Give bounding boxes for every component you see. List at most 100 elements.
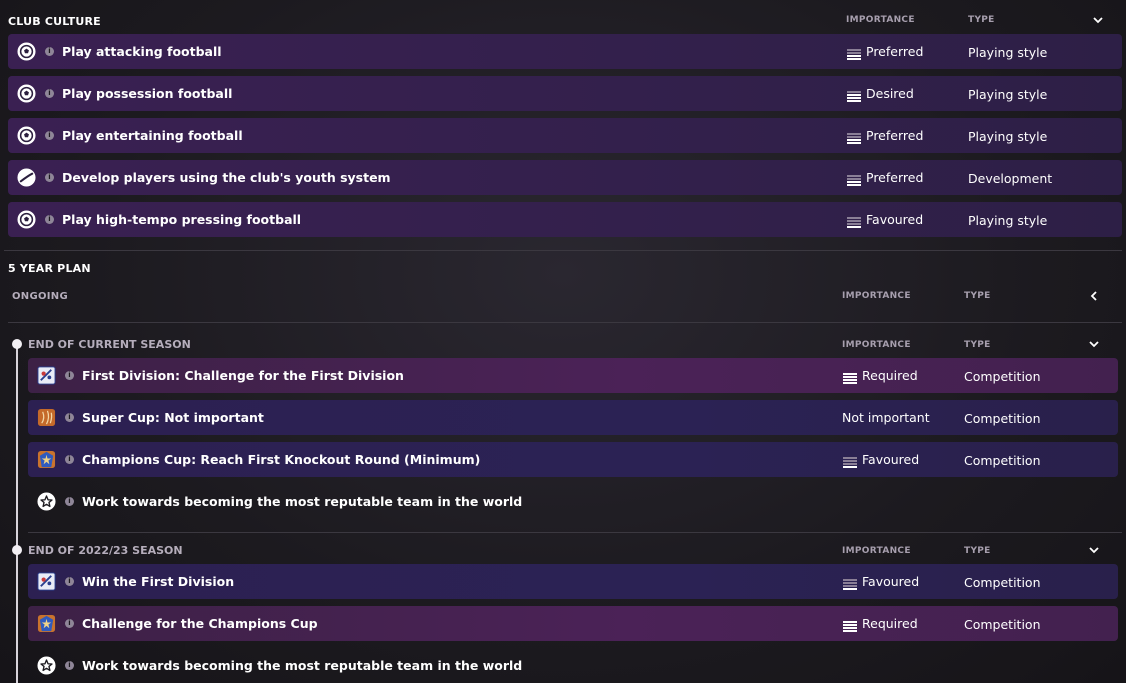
info-icon[interactable]: i — [65, 661, 74, 670]
plan-row[interactable]: i Work towards becoming the most reputabl… — [28, 648, 1118, 683]
champions-cup-icon — [37, 614, 56, 633]
plan-row[interactable]: i Champions Cup: Reach First Knockout Rou… — [28, 442, 1118, 477]
importance-value: Required — [862, 368, 918, 383]
star-icon — [37, 656, 56, 675]
culture-item-label: Develop players using the club's youth s… — [62, 170, 391, 185]
type-value: Development — [968, 171, 1053, 186]
youth-development-icon — [17, 168, 36, 187]
plan-row[interactable]: i Super Cup: Not important Not important Co… — [28, 400, 1118, 435]
plan-group-type-header[interactable]: TYPE — [964, 340, 991, 350]
info-icon[interactable]: i — [45, 173, 54, 182]
plan-item-label: Work towards becoming the most reputable… — [82, 494, 523, 509]
timeline-dot — [12, 545, 22, 555]
football-icon — [17, 210, 36, 229]
type-value: Playing style — [968, 129, 1048, 144]
timeline-line — [16, 344, 18, 683]
plan-group-importance-header[interactable]: IMPORTANCE — [842, 340, 911, 350]
football-icon — [17, 42, 36, 61]
league-trophy-icon — [37, 572, 56, 591]
plan-type-header[interactable]: TYPE — [964, 291, 991, 301]
plan-item-label: Challenge for the Champions Cup — [82, 616, 318, 631]
culture-row[interactable]: i Play attacking football Preferred Playing… — [8, 34, 1122, 69]
info-icon[interactable]: i — [65, 497, 74, 506]
culture-item-label: Play attacking football — [62, 44, 222, 59]
importance-bars-icon — [843, 370, 857, 384]
info-icon[interactable]: i — [65, 577, 74, 586]
importance-value: Desired — [866, 86, 914, 101]
type-value: Competition — [964, 411, 1041, 426]
league-trophy-icon — [37, 366, 56, 385]
culture-row[interactable]: i Develop players using the club's youth … — [8, 160, 1122, 195]
chevron-left-icon[interactable] — [1087, 289, 1101, 303]
football-icon — [17, 84, 36, 103]
plan-row[interactable]: i Challenge for the Champions Cup Required… — [28, 606, 1118, 641]
star-icon — [37, 492, 56, 511]
importance-bars-icon — [847, 172, 861, 186]
type-value: Competition — [964, 369, 1041, 384]
info-icon[interactable]: i — [65, 371, 74, 380]
plan-row[interactable]: i Work towards becoming the most reputabl… — [28, 484, 1118, 519]
importance-value: Not important — [842, 410, 930, 425]
info-icon[interactable]: i — [65, 413, 74, 422]
importance-value: Favoured — [862, 574, 920, 589]
type-value: Playing style — [968, 45, 1048, 60]
type-value: Competition — [964, 453, 1041, 468]
plan-group-title: END OF CURRENT SEASON — [28, 338, 191, 351]
plan-item-label: Win the First Division — [82, 574, 235, 589]
culture-item-label: Play possession football — [62, 86, 233, 101]
importance-bars-icon — [843, 454, 857, 468]
club-culture-title: CLUB CULTURE — [8, 15, 101, 28]
plan-row[interactable]: i Win the First Division Favoured Competiti… — [28, 564, 1118, 599]
info-icon[interactable]: i — [45, 131, 54, 140]
importance-value: Preferred — [866, 170, 924, 185]
culture-item-label: Play high-tempo pressing football — [62, 212, 302, 227]
timeline-dot — [12, 339, 22, 349]
type-value: Playing style — [968, 87, 1048, 102]
importance-value: Required — [862, 616, 918, 631]
club-culture-type-header[interactable]: TYPE — [968, 15, 995, 25]
culture-row[interactable]: i Play possession football Desired Playing … — [8, 76, 1122, 111]
info-icon[interactable]: i — [65, 455, 74, 464]
plan-group-type-header[interactable]: TYPE — [964, 546, 991, 556]
type-value: Playing style — [968, 213, 1048, 228]
plan-importance-header[interactable]: IMPORTANCE — [842, 291, 911, 301]
cup-trophy-icon — [37, 408, 56, 427]
group-divider — [28, 532, 1122, 533]
info-icon[interactable]: i — [45, 89, 54, 98]
plan-group-title: END OF 2022/23 SEASON — [28, 544, 183, 557]
five-year-plan-title: 5 YEAR PLAN — [8, 262, 91, 275]
importance-bars-icon — [847, 130, 861, 144]
chevron-down-icon[interactable] — [1091, 13, 1105, 27]
importance-bars-icon — [847, 214, 861, 228]
type-value: Competition — [964, 617, 1041, 632]
importance-bars-icon — [843, 576, 857, 590]
importance-bars-icon — [847, 88, 861, 102]
culture-row[interactable]: i Play entertaining football Preferred Play… — [8, 118, 1122, 153]
chevron-down-icon[interactable] — [1087, 337, 1101, 351]
culture-item-label: Play entertaining football — [62, 128, 243, 143]
importance-value: Favoured — [862, 452, 920, 467]
type-value: Competition — [964, 575, 1041, 590]
plan-item-label: Champions Cup: Reach First Knockout Roun… — [82, 452, 481, 467]
info-icon[interactable]: i — [65, 619, 74, 628]
plan-row[interactable]: i First Division: Challenge for the First… — [28, 358, 1118, 393]
plan-item-label: First Division: Challenge for the First … — [82, 368, 404, 383]
importance-value: Favoured — [866, 212, 924, 227]
culture-row[interactable]: i Play high-tempo pressing football Favour… — [8, 202, 1122, 237]
importance-bars-icon — [843, 618, 857, 632]
ongoing-divider — [8, 322, 1122, 323]
importance-bars-icon — [847, 46, 861, 60]
importance-value: Preferred — [866, 128, 924, 143]
chevron-down-icon[interactable] — [1087, 543, 1101, 557]
ongoing-label: ONGOING — [12, 291, 68, 302]
football-icon — [17, 126, 36, 145]
info-icon[interactable]: i — [45, 47, 54, 56]
plan-item-label: Work towards becoming the most reputable… — [82, 658, 523, 673]
plan-group-importance-header[interactable]: IMPORTANCE — [842, 546, 911, 556]
info-icon[interactable]: i — [45, 215, 54, 224]
plan-item-label: Super Cup: Not important — [82, 410, 264, 425]
champions-cup-icon — [37, 450, 56, 469]
club-culture-importance-header[interactable]: IMPORTANCE — [846, 15, 915, 25]
importance-value: Preferred — [866, 44, 924, 59]
section-divider — [4, 250, 1122, 251]
